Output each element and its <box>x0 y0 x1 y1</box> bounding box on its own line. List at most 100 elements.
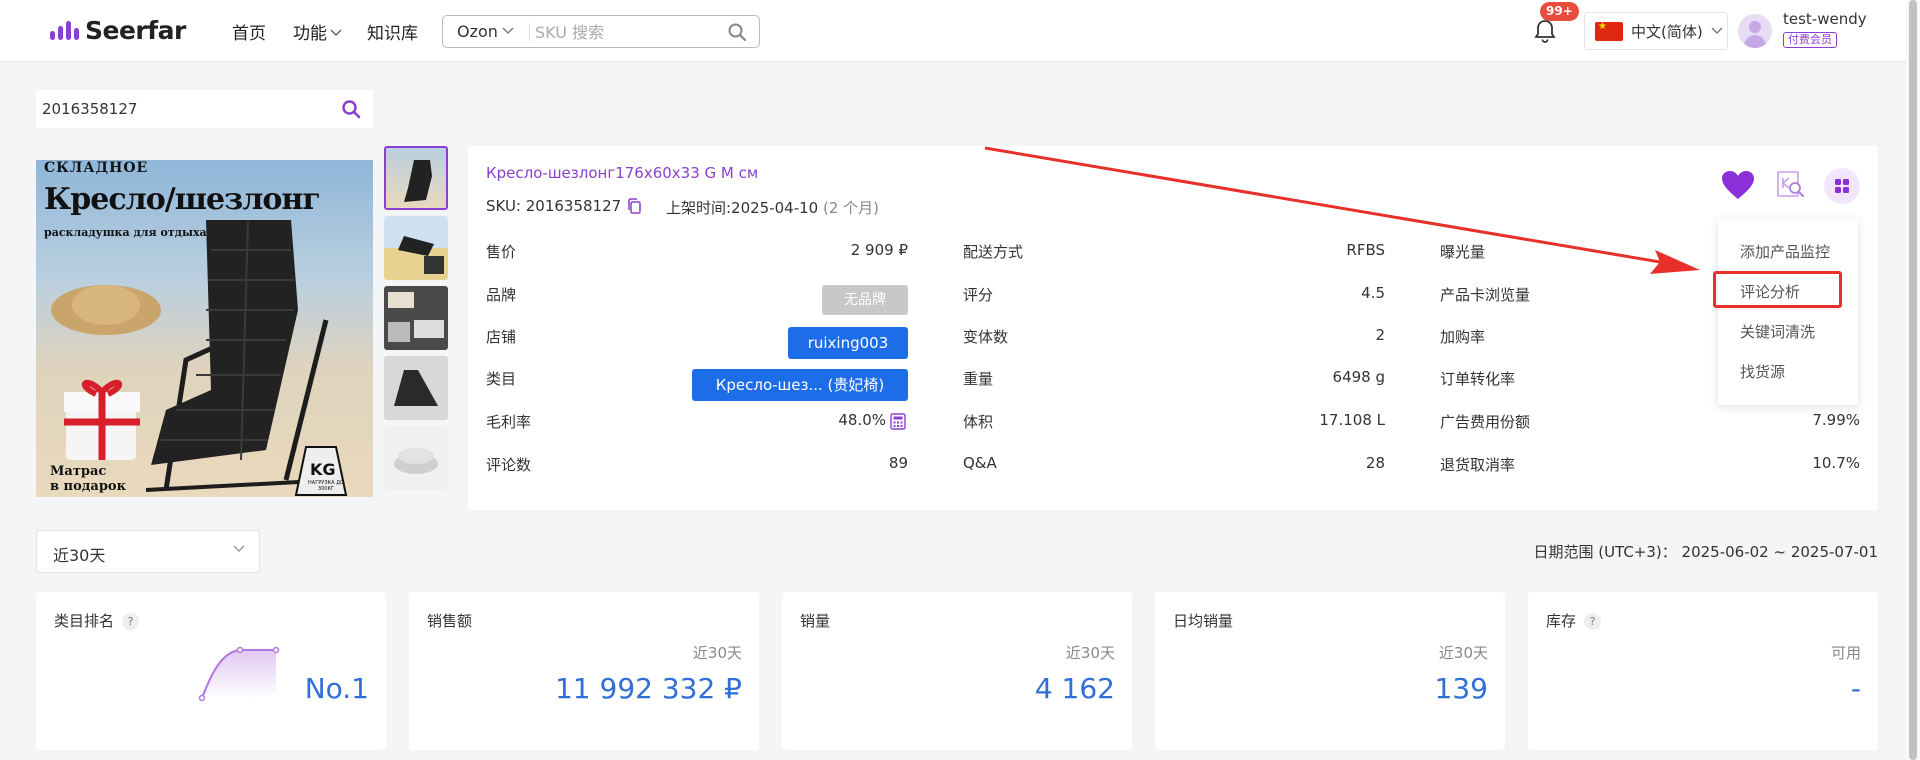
thumbnail-5[interactable] <box>384 426 448 490</box>
order-conversion-label: 订单转化率 <box>1440 370 1516 388</box>
menu-item-find-supplier[interactable]: 找货源 <box>1740 361 1785 382</box>
stat-title: 销售额 <box>427 612 473 630</box>
volume-label: 体积 <box>963 413 994 431</box>
gross-margin-value: 48.0% <box>838 411 886 429</box>
image-line5: в подарок <box>50 479 126 494</box>
stat-value: 4 162 <box>1034 672 1115 705</box>
seerfar-logo[interactable]: Seerfar <box>50 16 186 45</box>
stat-value: No.1 <box>304 672 369 705</box>
review-count-value: 89 <box>888 454 908 472</box>
sku-search-field[interactable] <box>42 98 322 120</box>
heart-icon[interactable] <box>1721 170 1755 200</box>
rank-sparkline <box>198 646 280 702</box>
brand-button[interactable]: 无品牌 <box>822 285 908 315</box>
nav-home[interactable]: 首页 <box>232 19 266 44</box>
language-label: 中文(简体) <box>1631 22 1703 41</box>
bell-icon[interactable] <box>1533 18 1557 44</box>
delivery-value: RFBS <box>1346 241 1385 259</box>
chevron-down-icon <box>502 27 514 34</box>
sku-search-input[interactable] <box>535 21 715 43</box>
stat-subtitle: 近30天 <box>1438 644 1488 662</box>
product-main-image[interactable]: СКЛАДНОЕ Кресло/шезлонг раскладушка для … <box>36 160 373 497</box>
category-button[interactable]: Кресло-шез... (贵妃椅) <box>692 369 908 401</box>
kg-sub-label: НАГРУЗКА ДО 300КГ <box>308 480 344 492</box>
rating-value: 4.5 <box>1361 284 1385 302</box>
image-line4: Матрас <box>50 464 107 479</box>
help-icon[interactable]: ? <box>1584 613 1602 630</box>
stat-value: - <box>1850 672 1861 705</box>
copy-icon[interactable] <box>627 198 642 214</box>
stat-card-inventory: 库存? 可用 - <box>1528 592 1878 750</box>
user-name[interactable]: test-wendy <box>1783 10 1867 28</box>
lounge-chair-illustration <box>51 220 348 496</box>
stat-value: 139 <box>1434 672 1488 705</box>
card-views-label: 产品卡浏览量 <box>1440 286 1531 304</box>
paid-member-badge: 付费会员 <box>1783 32 1837 48</box>
scrollbar-thumb[interactable] <box>1909 0 1917 760</box>
weight-value: 6498 g <box>1332 368 1385 386</box>
sku-search-box <box>36 90 373 128</box>
thumbnail-1[interactable] <box>384 146 448 210</box>
thumbnail-3[interactable] <box>384 286 448 350</box>
more-actions-button[interactable] <box>1824 168 1860 204</box>
keyword-search-icon[interactable] <box>1776 170 1806 200</box>
qa-label: Q&A <box>963 454 997 472</box>
chevron-down-icon <box>233 545 245 552</box>
category-label: 类目 <box>486 370 517 388</box>
page: Seerfar 首页 功能 知识库 Ozon 99+ 中文(简体) test-w… <box>0 0 1920 760</box>
nav-features[interactable]: 功能 <box>293 19 342 44</box>
menu-item-add-monitor[interactable]: 添加产品监控 <box>1740 241 1830 262</box>
weight-label: 重量 <box>963 370 994 388</box>
variants-value: 2 <box>1375 326 1385 344</box>
product-info-card: Кресло-шезлонг176x60x33 G M см SKU: 2016… <box>468 146 1878 510</box>
thumbnail-4[interactable] <box>384 356 448 420</box>
stat-title-text: 库存 <box>1546 612 1577 630</box>
stat-title-text: 类目排名 <box>54 612 115 630</box>
stat-subtitle: 近30天 <box>1065 644 1115 662</box>
variants-label: 变体数 <box>963 328 1009 346</box>
brand-label: 品牌 <box>486 286 517 304</box>
period-select[interactable]: 近30天 <box>36 530 260 573</box>
listed-date: 上架时间:2025-04-10 (2 个月) <box>666 197 879 218</box>
menu-item-keyword-cleaning[interactable]: 关键词清洗 <box>1740 321 1815 342</box>
nav-features-label: 功能 <box>293 24 327 44</box>
language-select[interactable]: 中文(简体) <box>1584 12 1728 50</box>
stat-title: 销量 <box>800 612 831 630</box>
review-count-label: 评论数 <box>486 456 532 474</box>
qa-value: 28 <box>1365 454 1385 472</box>
chevron-down-icon <box>330 29 342 37</box>
store-button[interactable]: ruixing003 <box>788 327 908 359</box>
actions-dropdown-menu: 添加产品监控 评论分析 关键词清洗 找货源 <box>1718 219 1858 405</box>
volume-value: 17.108 L <box>1319 411 1385 429</box>
stat-subtitle: 可用 <box>1830 644 1861 662</box>
page-scrollbar[interactable] <box>1906 0 1920 760</box>
ad-spend-share-value: 7.99% <box>1812 411 1860 429</box>
avatar[interactable] <box>1738 14 1772 48</box>
chevron-down-icon <box>1711 27 1723 34</box>
stat-card-category-rank: 类目排名? No.1 <box>36 592 386 750</box>
search-separator <box>529 23 530 41</box>
ad-spend-share-label: 广告费用份额 <box>1440 413 1531 431</box>
help-icon[interactable]: ? <box>122 613 140 630</box>
nav-knowledge-base[interactable]: 知识库 <box>367 19 418 44</box>
kg-label: KG <box>310 460 336 479</box>
highlight-box-review-analysis <box>1713 271 1842 308</box>
date-range: 日期范围 (UTC+3)： 2025-06-02 ~ 2025-07-01 <box>1533 543 1878 561</box>
gross-margin-label: 毛利率 <box>486 413 532 431</box>
logo-mark-icon <box>50 21 79 40</box>
product-title[interactable]: Кресло-шезлонг176x60x33 G M см <box>486 164 758 182</box>
search-icon[interactable] <box>727 22 747 42</box>
price-value: 2 909 ₽ <box>850 241 908 259</box>
listed-age: (2 个月) <box>823 199 880 217</box>
thumbnail-2[interactable] <box>384 216 448 280</box>
china-flag-icon <box>1595 21 1623 41</box>
calculator-icon[interactable] <box>890 413 906 430</box>
marketplace-select[interactable]: Ozon <box>457 22 514 41</box>
stat-card-sales-amount: 销售额 近30天 11 992 332 ₽ <box>409 592 759 750</box>
stat-value: 11 992 332 ₽ <box>554 672 742 705</box>
notification-badge: 99+ <box>1540 2 1579 21</box>
search-icon[interactable] <box>341 99 361 119</box>
stat-title: 日均销量 <box>1173 612 1234 630</box>
add-to-cart-rate-label: 加购率 <box>1440 328 1486 346</box>
delivery-label: 配送方式 <box>963 243 1024 261</box>
